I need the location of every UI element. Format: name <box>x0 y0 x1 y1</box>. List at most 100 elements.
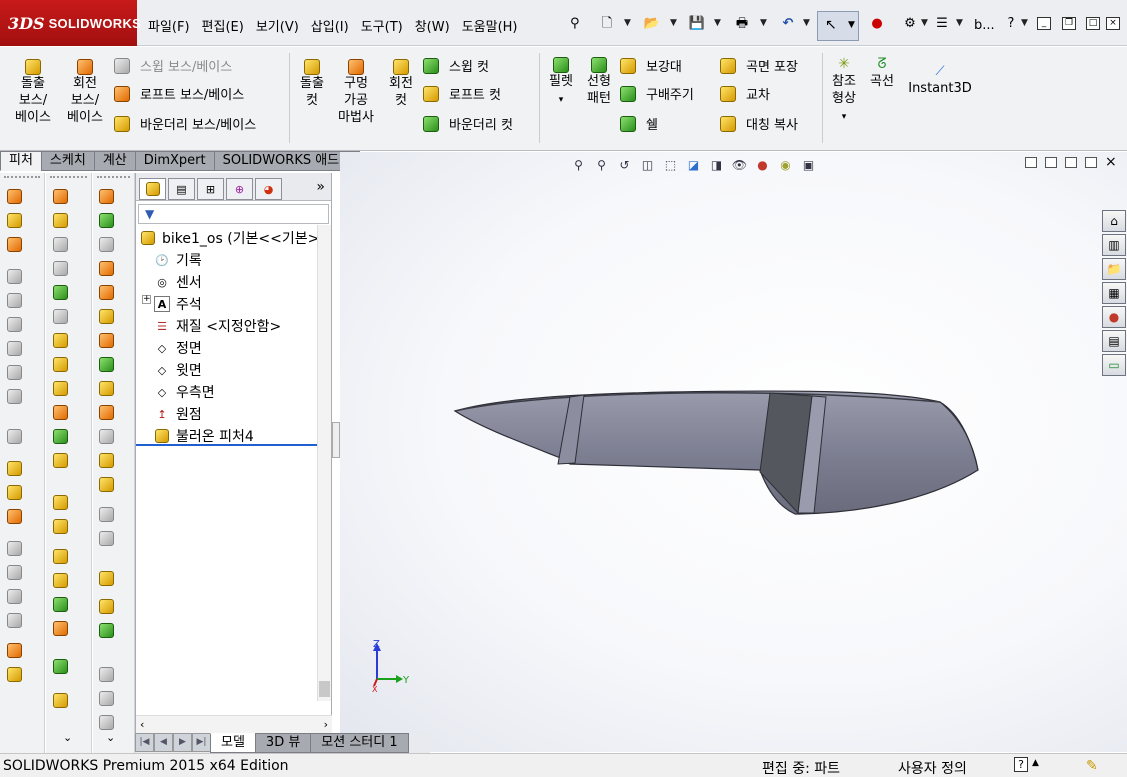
scrollbar-thumb[interactable] <box>319 681 330 697</box>
intersect-icon[interactable] <box>99 357 117 375</box>
help-icon[interactable]: ? <box>1002 16 1020 32</box>
tab-sketch[interactable]: 스케치 <box>40 151 95 171</box>
revolve-boss-button[interactable]: 회전 보스/ 베이스 <box>64 58 106 126</box>
hole-wizard-icon[interactable] <box>53 621 71 639</box>
part-body[interactable] <box>453 390 979 515</box>
boundary-icon[interactable] <box>99 285 117 303</box>
wrap-icon[interactable] <box>99 333 117 351</box>
feature-tree-filter[interactable]: ▼ <box>138 204 329 224</box>
restore-window-button[interactable]: ❐ <box>1062 17 1076 30</box>
next-tab-icon[interactable]: ▶ <box>173 733 192 752</box>
tab-addins[interactable]: SOLIDWORKS 애드인 <box>213 151 361 171</box>
grid-icon[interactable] <box>7 509 25 527</box>
toolbar-grip[interactable] <box>50 176 87 180</box>
intersect-button[interactable]: 교차 <box>720 84 770 103</box>
linear-pattern-button[interactable]: 선형 패턴 <box>583 56 615 107</box>
display-manager-tab[interactable]: ◕ <box>255 178 282 200</box>
sketch-tool-icon[interactable] <box>7 189 25 207</box>
chevron-down-icon[interactable]: ▼ <box>956 18 963 28</box>
tree-item-top-plane[interactable]: ◇ 윗면 <box>154 360 202 380</box>
new-document-icon[interactable]: 🗋 <box>598 16 616 32</box>
undo-icon[interactable]: ↶ <box>779 16 797 32</box>
sketch-icon[interactable] <box>53 357 71 375</box>
horizontal-scrollbar[interactable]: ‹ › <box>136 715 332 733</box>
property-manager-tab[interactable]: ▤ <box>168 178 195 200</box>
extrude-icon[interactable] <box>53 285 71 303</box>
feature-tree-tab[interactable] <box>139 178 166 200</box>
swept-boss-button[interactable]: 스윕 보스/베이스 <box>114 56 232 75</box>
menu-window[interactable]: 창(W) <box>409 12 456 39</box>
rollback-bar[interactable] <box>136 444 318 446</box>
chevron-down-icon[interactable]: ▼ <box>803 18 810 28</box>
chevron-down-icon[interactable]: ▼ <box>921 18 928 28</box>
draft-button[interactable]: 구배주기 <box>620 84 694 103</box>
reference-geometry-button[interactable]: ✳ 참조 형상 ▾ <box>827 56 861 126</box>
tab-features[interactable]: 피처 <box>0 151 42 171</box>
file-explorer-icon[interactable]: 📁 <box>1102 258 1126 280</box>
chevron-down-icon[interactable]: ▼ <box>670 18 677 28</box>
menu-view[interactable]: 보기(V) <box>250 12 305 39</box>
revolved-cut-button[interactable]: 회전 컷 <box>385 58 417 109</box>
menu-help[interactable]: 도움말(H) <box>456 12 524 39</box>
boundary-cut-button[interactable]: 바운더리 컷 <box>423 114 513 133</box>
yellow-face-icon[interactable] <box>53 519 71 537</box>
solidworks-resources-icon[interactable]: ⌂ <box>1102 210 1126 232</box>
loft-icon[interactable] <box>99 261 117 279</box>
mirror-icon[interactable] <box>99 381 117 399</box>
reference-geometry-icon[interactable] <box>99 599 117 617</box>
chevron-down-icon[interactable]: ▼ <box>1021 18 1028 28</box>
instant3d-button[interactable]: ⟋ Instant3D <box>905 63 975 97</box>
wrap-button[interactable]: 곡면 포장 <box>720 56 798 75</box>
forum-icon[interactable]: ▭ <box>1102 354 1126 376</box>
scroll-right-icon[interactable]: › <box>324 718 328 731</box>
swept-cut-icon[interactable] <box>99 213 117 231</box>
tree-item-sensors[interactable]: ◎ 센서 <box>154 272 202 292</box>
yellow-face-icon[interactable] <box>53 495 71 513</box>
menu-insert[interactable]: 삽입(I) <box>305 12 355 39</box>
close-window-button[interactable]: × <box>1106 17 1120 30</box>
hole-wizard-icon[interactable] <box>53 405 71 423</box>
extrude-boss-button[interactable]: 돌출 보스/ 베이스 <box>12 58 54 126</box>
maximize-window-button[interactable]: □ <box>1086 17 1100 30</box>
curve-icon[interactable] <box>99 405 117 423</box>
save-icon[interactable]: 💾 <box>688 16 706 32</box>
tab-dimxpert[interactable]: DimXpert <box>134 151 215 171</box>
select-tool-button[interactable]: ↖ ▼ <box>817 11 859 41</box>
reference-geometry-icon[interactable] <box>53 693 71 711</box>
tab-3d-view[interactable]: 3D 뷰 <box>254 733 312 753</box>
help-icon[interactable]: ? <box>1014 757 1028 772</box>
appearances-icon[interactable]: ● <box>1102 306 1126 328</box>
chevron-down-icon[interactable]: ▼ <box>624 18 631 28</box>
revolve-icon[interactable] <box>99 189 117 207</box>
mirror-button[interactable]: 대칭 복사 <box>720 114 798 133</box>
last-tab-icon[interactable]: ▶| <box>192 733 211 752</box>
chevron-down-icon[interactable]: ▼ <box>760 18 767 28</box>
search-icon[interactable]: ⚲ <box>570 16 580 31</box>
expand-icon[interactable]: + <box>142 295 151 304</box>
chevron-up-icon[interactable]: ▲ <box>1032 758 1039 768</box>
section-view-icon[interactable] <box>7 643 25 661</box>
measure-icon[interactable] <box>7 429 25 447</box>
boundary-icon[interactable] <box>99 309 117 327</box>
menu-tools[interactable]: 도구(T) <box>355 12 409 39</box>
options-icon[interactable]: ⚙ <box>901 16 919 32</box>
previous-tab-icon[interactable]: ◀ <box>154 733 173 752</box>
delete-face-icon[interactable] <box>99 429 117 447</box>
curves-icon[interactable] <box>99 623 117 641</box>
tab-motion-study[interactable]: 모션 스터디 1 <box>310 733 409 753</box>
print-icon[interactable]: 🖶 <box>733 16 751 32</box>
first-tab-icon[interactable]: |◀ <box>135 733 154 752</box>
menu-edit[interactable]: 편집(E) <box>196 12 250 39</box>
tree-item-annotations[interactable]: A 주석 <box>154 294 202 314</box>
graphics-area[interactable]: ⚲ ⚲ ↺ ◫ ⬚ ◪ ◨ 👁 ● ◉ ▣ × Z Y X ⌂ ▥ 📁 ▦ ● … <box>340 152 1127 752</box>
3d-sketch-icon[interactable] <box>53 189 71 207</box>
split-icon[interactable] <box>99 477 117 495</box>
rib-button[interactable]: 보강대 <box>620 56 682 75</box>
file-properties-icon[interactable]: ☰ <box>933 16 951 32</box>
vertical-scrollbar[interactable] <box>317 225 331 701</box>
tree-item-front-plane[interactable]: ◇ 정면 <box>154 338 202 358</box>
yellow-face-icon[interactable] <box>53 549 71 567</box>
tree-root[interactable]: bike1_os (기본<<기본> <box>140 228 319 248</box>
more-tabs-icon[interactable]: » <box>316 179 325 195</box>
chevron-down-icon[interactable]: ▾ <box>559 95 564 105</box>
